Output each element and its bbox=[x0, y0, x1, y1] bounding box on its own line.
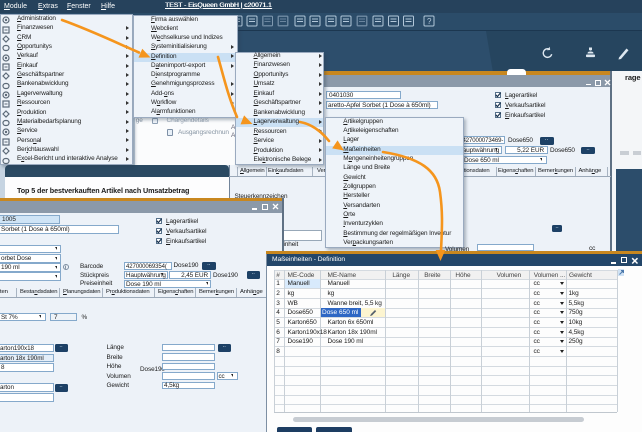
svg-text:?: ? bbox=[427, 17, 432, 26]
